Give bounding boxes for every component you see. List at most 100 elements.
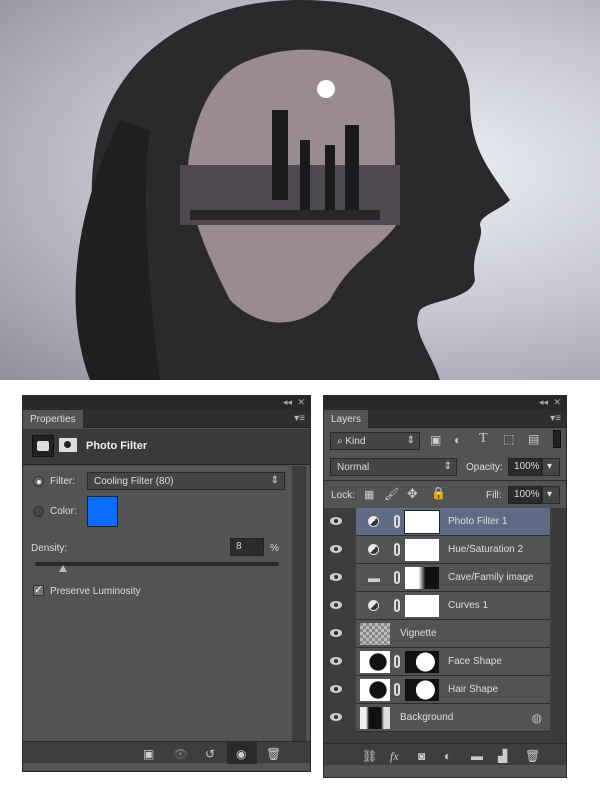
visibility-eye-icon[interactable]: [330, 713, 342, 721]
layer-row[interactable]: Vignette: [330, 620, 550, 648]
fill-label: Fill:: [486, 490, 502, 501]
layer-mask-thumbnail: [405, 567, 439, 589]
density-slider[interactable]: [35, 562, 279, 572]
properties-panel: ◂◂ ✕ Properties ▾≡ Photo Filter Filter: Co…: [22, 395, 311, 772]
close-icon[interactable]: ✕: [297, 397, 305, 408]
layers-footer: ⛓ fx ◙ ◐ ▬ ▟ 🗑: [324, 743, 566, 765]
slider-handle[interactable]: [58, 565, 67, 572]
visibility-eye-icon[interactable]: [330, 545, 342, 553]
opacity-input[interactable]: 100%: [508, 458, 542, 476]
layer-name: Vignette: [400, 628, 437, 639]
filter-value: Cooling Filter (80): [94, 476, 174, 487]
density-label: Density:: [31, 543, 68, 554]
layer-thumbnail: [360, 623, 390, 645]
visibility-eye-icon[interactable]: [330, 601, 342, 609]
close-icon[interactable]: ✕: [553, 397, 561, 408]
layer-mask-thumbnail: [405, 539, 439, 561]
link-icon: [394, 515, 400, 528]
opacity-dropdown[interactable]: ▾: [542, 458, 560, 476]
fill-dropdown[interactable]: ▾: [542, 486, 560, 504]
layer-row[interactable]: Curves 1: [330, 592, 550, 620]
layer-thumbnail: [360, 651, 390, 673]
tab-layers[interactable]: Layers: [324, 410, 369, 428]
collapse-icon[interactable]: ◂◂: [283, 397, 292, 408]
layer-row[interactable]: ▸ ▬ Cave/Family image: [330, 564, 550, 592]
adjustment-layer-icon: [368, 600, 379, 611]
layer-thumbnail: [360, 707, 390, 729]
double-exposure-artwork: [75, 0, 510, 380]
layer-name: Hue/Saturation 2: [448, 544, 524, 555]
lock-pixels-icon[interactable]: 🖌: [384, 487, 399, 501]
blend-mode-value: Normal: [337, 462, 370, 473]
panel-title: Photo Filter: [86, 440, 148, 452]
expand-arrow-icon[interactable]: ▸: [330, 572, 335, 583]
lock-label: Lock:: [331, 490, 355, 501]
fx-icon[interactable]: fx: [390, 749, 399, 764]
layer-name: Hair Shape: [448, 684, 499, 695]
mask-icon[interactable]: [59, 438, 77, 452]
layer-row[interactable]: ◍ Background: [330, 704, 550, 732]
reset-icon[interactable]: ↺: [205, 747, 215, 761]
density-input[interactable]: 8: [230, 538, 264, 556]
panel-menu-icon[interactable]: ▾≡: [550, 413, 561, 424]
link-icon: [394, 655, 400, 668]
scrollbar[interactable]: [292, 466, 306, 741]
filter-toggle[interactable]: [553, 430, 561, 448]
lock-transparency-icon[interactable]: ▦: [364, 488, 374, 501]
preserve-label: Preserve Luminosity: [50, 586, 141, 597]
panel-titlebar: ◂◂ ✕: [23, 396, 310, 410]
color-radio[interactable]: [33, 506, 44, 517]
preserve-checkbox[interactable]: ✓: [33, 585, 44, 596]
link-layers-icon[interactable]: ⛓: [362, 749, 377, 763]
collapse-icon[interactable]: ◂◂: [539, 397, 548, 408]
layer-mask-thumbnail: [404, 510, 440, 534]
layer-row[interactable]: Face Shape: [330, 648, 550, 676]
add-mask-icon[interactable]: ◙: [418, 749, 425, 763]
delete-icon[interactable]: 🗑: [266, 747, 281, 761]
visibility-icon[interactable]: ◉: [236, 747, 246, 761]
scrollbar[interactable]: [552, 508, 566, 746]
layer-thumbnail: [360, 679, 390, 701]
kind-filter-select[interactable]: ⌕ Kind ⇕: [330, 432, 420, 450]
smart-object-filter-icon[interactable]: ▤: [528, 432, 539, 446]
layer-mask-thumbnail: [405, 679, 439, 701]
adjustment-filter-icon[interactable]: ◐: [454, 433, 461, 447]
pixel-filter-icon[interactable]: ▣: [430, 433, 441, 447]
lock-position-icon[interactable]: ✥: [407, 486, 418, 502]
layer-name: Curves 1: [448, 600, 489, 611]
visibility-eye-icon[interactable]: [330, 685, 342, 693]
shape-filter-icon[interactable]: ⬚: [503, 432, 514, 446]
tab-properties[interactable]: Properties: [23, 410, 83, 428]
view-previous-icon[interactable]: 👁: [173, 747, 188, 761]
layer-row[interactable]: Hue/Saturation 2: [330, 536, 550, 564]
new-group-icon[interactable]: ▬: [471, 749, 483, 763]
filter-label: Filter:: [50, 476, 75, 487]
type-filter-icon[interactable]: T: [479, 431, 488, 447]
fill-input[interactable]: 100%: [508, 486, 542, 504]
link-icon: [394, 571, 400, 584]
visibility-eye-icon[interactable]: [330, 629, 342, 637]
visibility-eye-icon[interactable]: [330, 657, 342, 665]
layer-row[interactable]: Photo Filter 1: [330, 508, 550, 536]
new-layer-icon[interactable]: ▟: [498, 749, 507, 763]
folder-icon: ▬: [368, 571, 380, 585]
new-adjustment-icon[interactable]: ◐: [444, 749, 451, 763]
clip-to-layer-icon[interactable]: ▣: [143, 747, 154, 761]
layer-row[interactable]: Hair Shape: [330, 676, 550, 704]
smart-object-icon: ◍: [531, 711, 542, 725]
filter-select[interactable]: Cooling Filter (80) ⇕: [87, 472, 285, 490]
blend-mode-select[interactable]: Normal ⇕: [330, 458, 457, 476]
visibility-eye-icon[interactable]: [330, 517, 342, 525]
adjustment-icon[interactable]: [32, 435, 54, 457]
layer-mask-thumbnail: [405, 595, 439, 617]
delete-layer-icon[interactable]: 🗑: [525, 749, 540, 763]
link-icon: [394, 543, 400, 556]
opacity-label: Opacity:: [466, 462, 503, 473]
lock-all-icon[interactable]: 🔒: [431, 486, 446, 500]
color-label: Color:: [50, 506, 77, 517]
panel-menu-icon[interactable]: ▾≡: [294, 413, 305, 424]
color-swatch[interactable]: [87, 496, 118, 527]
filter-radio[interactable]: [33, 476, 44, 487]
link-icon: [394, 683, 400, 696]
density-unit: %: [270, 543, 279, 554]
